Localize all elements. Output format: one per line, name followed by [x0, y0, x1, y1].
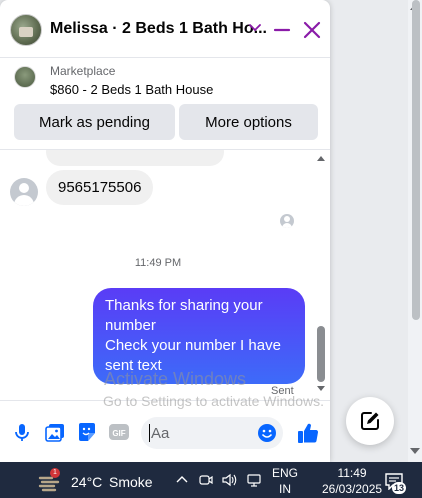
gif-icon[interactable]: GIF	[108, 421, 130, 443]
scroll-down-arrow[interactable]	[317, 386, 325, 391]
sent-message-line: Check your number I have sent text	[105, 337, 281, 374]
new-message-button[interactable]	[346, 397, 394, 445]
chat-window: Melissa · 2 Beds 1 Bath Ho... Marketplac…	[0, 0, 330, 462]
sent-message[interactable]: Thanks for sharing your number Check you…	[93, 288, 305, 384]
chevron-down-icon[interactable]	[248, 20, 262, 34]
text-caret	[149, 424, 150, 442]
weather-temperature[interactable]: 24°C	[71, 474, 102, 490]
sent-message-line: Thanks for sharing your number	[105, 297, 263, 334]
meet-now-icon[interactable]	[198, 472, 214, 488]
scroll-thumb[interactable]	[412, 0, 420, 320]
page-scrollbar[interactable]	[408, 0, 422, 462]
microphone-icon[interactable]	[11, 421, 33, 443]
language-code: ENG	[272, 466, 299, 480]
windows-taskbar: 1 24°C Smoke ENG IN 11:49 26/03/2025 13	[0, 462, 422, 498]
message-composer: GIF	[0, 400, 330, 462]
emoji-icon[interactable]	[257, 423, 277, 443]
avatar-head	[284, 216, 290, 222]
more-options-button[interactable]: More options	[179, 104, 318, 140]
listing-thumbnail[interactable]	[14, 66, 36, 88]
avatar-body	[14, 195, 34, 206]
sticker-icon[interactable]	[76, 421, 98, 443]
message-scrollbar[interactable]	[316, 150, 326, 400]
seen-avatar	[280, 214, 294, 228]
language-region: IN	[279, 482, 291, 496]
language-indicator[interactable]: ENG IN	[272, 465, 298, 497]
message-list[interactable]: 9565175506 11:49 PM Thanks for sharing y…	[0, 150, 330, 400]
notification-count-badge: 13	[392, 482, 406, 494]
marketplace-label: Marketplace	[50, 64, 116, 78]
contact-avatar-small	[10, 178, 38, 206]
scroll-thumb[interactable]	[317, 326, 325, 382]
avatar-body	[282, 223, 292, 228]
scroll-up-arrow[interactable]	[317, 156, 325, 161]
contact-avatar[interactable]	[10, 14, 42, 46]
scroll-down-arrow[interactable]	[410, 448, 420, 454]
like-icon[interactable]	[296, 421, 320, 445]
marketplace-listing-card: Marketplace $860 - 2 Beds 1 Bath House M…	[0, 58, 330, 150]
svg-text:GIF: GIF	[112, 429, 125, 438]
chevron-up-icon[interactable]	[174, 472, 190, 488]
mark-as-pending-button[interactable]: Mark as pending	[14, 104, 175, 140]
sent-status: Sent	[271, 385, 294, 397]
received-message[interactable]: 9565175506	[46, 170, 154, 205]
photo-icon[interactable]	[44, 421, 66, 443]
minimize-icon[interactable]	[272, 20, 292, 40]
clock-time: 11:49	[337, 466, 367, 480]
message-timestamp: 11:49 PM	[134, 257, 182, 269]
compose-icon	[361, 412, 379, 430]
clock-date: 26/03/2025	[322, 482, 383, 496]
chat-header[interactable]: Melissa · 2 Beds 1 Bath Ho...	[0, 0, 330, 58]
listing-title[interactable]: $860 - 2 Beds 1 Bath House	[50, 82, 213, 97]
system-clock[interactable]: 11:49 26/03/2025	[322, 465, 382, 497]
avatar-head	[19, 183, 29, 193]
weather-condition[interactable]: Smoke	[109, 474, 153, 490]
previous-message-bubble	[46, 150, 224, 166]
network-icon[interactable]	[246, 472, 262, 488]
volume-icon[interactable]	[221, 472, 237, 488]
weather-badge: 1	[50, 468, 60, 478]
chat-title[interactable]: Melissa · 2 Beds 1 Bath Ho...	[50, 20, 267, 38]
close-icon[interactable]	[302, 20, 322, 40]
